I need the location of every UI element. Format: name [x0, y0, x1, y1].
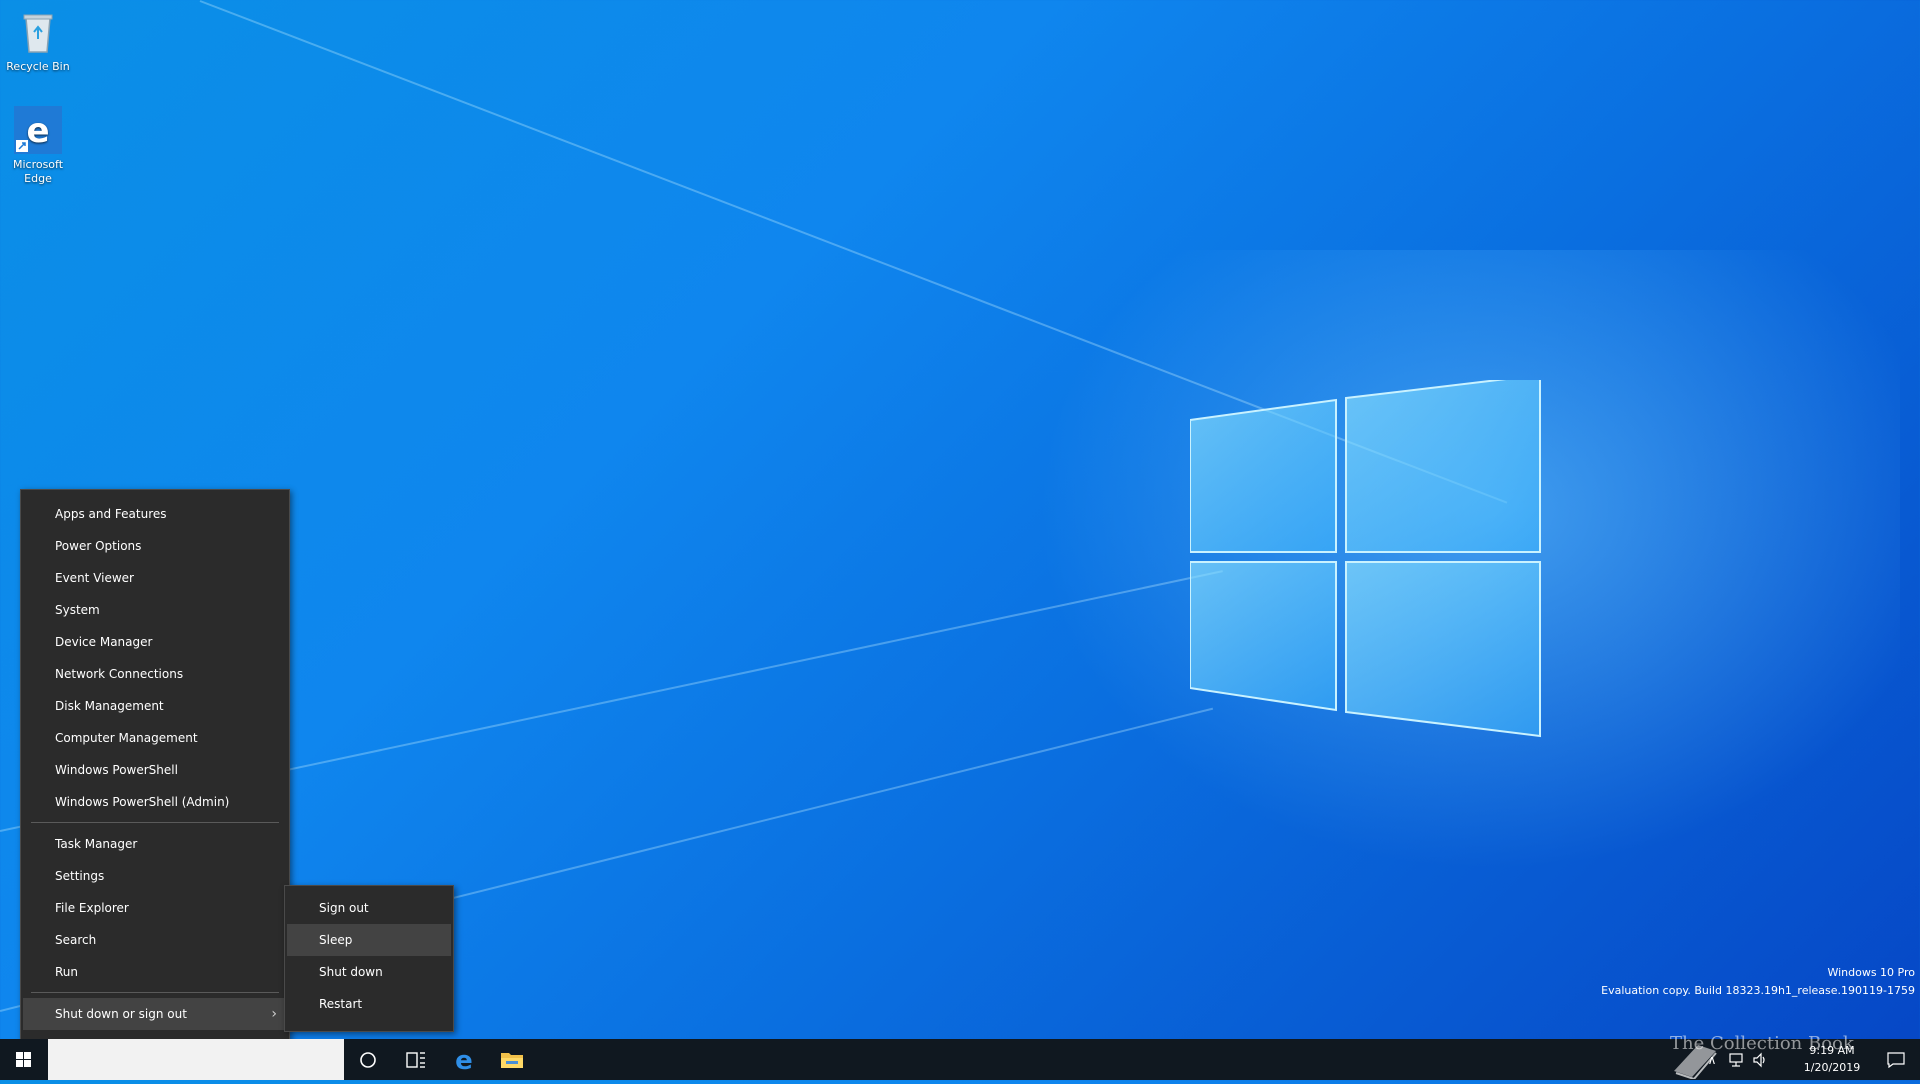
shutdown-submenu: Sign out Sleep Shut down Restart — [284, 885, 454, 1032]
volume-tray-button[interactable] — [1748, 1039, 1772, 1080]
desktop-icon-label: Recycle Bin — [6, 60, 70, 73]
task-view-button[interactable] — [392, 1039, 440, 1080]
menu-item-apps-and-features[interactable]: Apps and Features — [21, 498, 289, 530]
menu-separator — [31, 992, 279, 993]
menu-item-event-viewer[interactable]: Event Viewer — [21, 562, 289, 594]
cortana-icon — [360, 1051, 376, 1068]
windows-watermark: Windows 10 Pro Evaluation copy. Build 18… — [1601, 964, 1915, 1000]
menu-item-windows-powershell[interactable]: Windows PowerShell — [21, 754, 289, 786]
start-button[interactable] — [0, 1039, 48, 1080]
edge-icon: e — [455, 1047, 473, 1073]
submenu-item-shut-down[interactable]: Shut down — [285, 956, 453, 988]
menu-item-run[interactable]: Run — [21, 956, 289, 988]
menu-item-search[interactable]: Search — [21, 924, 289, 956]
submenu-item-sleep[interactable]: Sleep — [287, 924, 451, 956]
network-tray-button[interactable] — [1724, 1039, 1748, 1080]
edge-taskbar-button[interactable]: e — [440, 1039, 488, 1080]
speaker-icon — [1753, 1052, 1765, 1067]
desktop-icon-edge[interactable]: e Microsoft Edge — [1, 106, 75, 186]
windows-start-icon — [16, 1052, 31, 1067]
menu-separator — [31, 822, 279, 823]
taskbar-clock[interactable]: 9:19 AM 1/20/2019 — [1792, 1042, 1872, 1076]
menu-item-computer-management[interactable]: Computer Management — [21, 722, 289, 754]
windows-logo-wallpaper — [1189, 373, 1550, 740]
submenu-item-sign-out[interactable]: Sign out — [285, 892, 453, 924]
menu-item-file-explorer[interactable]: File Explorer — [21, 892, 289, 924]
desktop-icon-recycle-bin[interactable]: Recycle Bin — [1, 8, 75, 74]
taskbar: e The Collection Book ∧ 9:19 AM 1/20/201… — [0, 1033, 1920, 1081]
action-center-button[interactable] — [1876, 1039, 1916, 1080]
task-view-icon — [406, 1051, 425, 1068]
desktop-icon-label: Microsoft Edge — [12, 158, 64, 185]
svg-text:e: e — [26, 111, 49, 151]
file-explorer-icon — [501, 1052, 523, 1068]
network-icon — [1729, 1052, 1743, 1067]
menu-item-task-manager[interactable]: Task Manager — [21, 828, 289, 860]
menu-item-network-connections[interactable]: Network Connections — [21, 658, 289, 690]
watermark-build: Evaluation copy. Build 18323.19h1_releas… — [1601, 984, 1915, 997]
system-tray: ∧ 9:19 AM 1/20/2019 — [1700, 1039, 1920, 1080]
notification-icon — [1887, 1051, 1905, 1068]
submenu-item-restart[interactable]: Restart — [285, 988, 453, 1020]
menu-item-device-manager[interactable]: Device Manager — [21, 626, 289, 658]
watermark-edition: Windows 10 Pro — [1827, 966, 1915, 979]
cortana-button[interactable] — [344, 1039, 392, 1080]
menu-item-settings[interactable]: Settings — [21, 860, 289, 892]
file-explorer-taskbar-button[interactable] — [488, 1039, 536, 1080]
edge-icon: e — [14, 106, 62, 154]
taskbar-search-box[interactable] — [48, 1039, 344, 1080]
svg-text:e: e — [455, 1047, 473, 1073]
menu-item-shut-down-or-sign-out[interactable]: Shut down or sign out › — [23, 998, 287, 1030]
clock-date: 1/20/2019 — [1803, 1061, 1861, 1074]
winx-menu: Apps and Features Power Options Event Vi… — [20, 489, 290, 1068]
menu-item-disk-management[interactable]: Disk Management — [21, 690, 289, 722]
clock-time: 9:19 AM — [1809, 1044, 1855, 1057]
menu-item-label: Shut down or sign out — [55, 1007, 187, 1021]
menu-item-system[interactable]: System — [21, 594, 289, 626]
show-hidden-icons-button[interactable]: ∧ — [1700, 1039, 1724, 1080]
menu-item-windows-powershell-admin[interactable]: Windows PowerShell (Admin) — [21, 786, 289, 818]
chevron-right-icon: › — [271, 1006, 277, 1022]
recycle-bin-icon — [14, 8, 62, 56]
chevron-up-icon: ∧ — [1707, 1052, 1717, 1067]
menu-item-power-options[interactable]: Power Options — [21, 530, 289, 562]
